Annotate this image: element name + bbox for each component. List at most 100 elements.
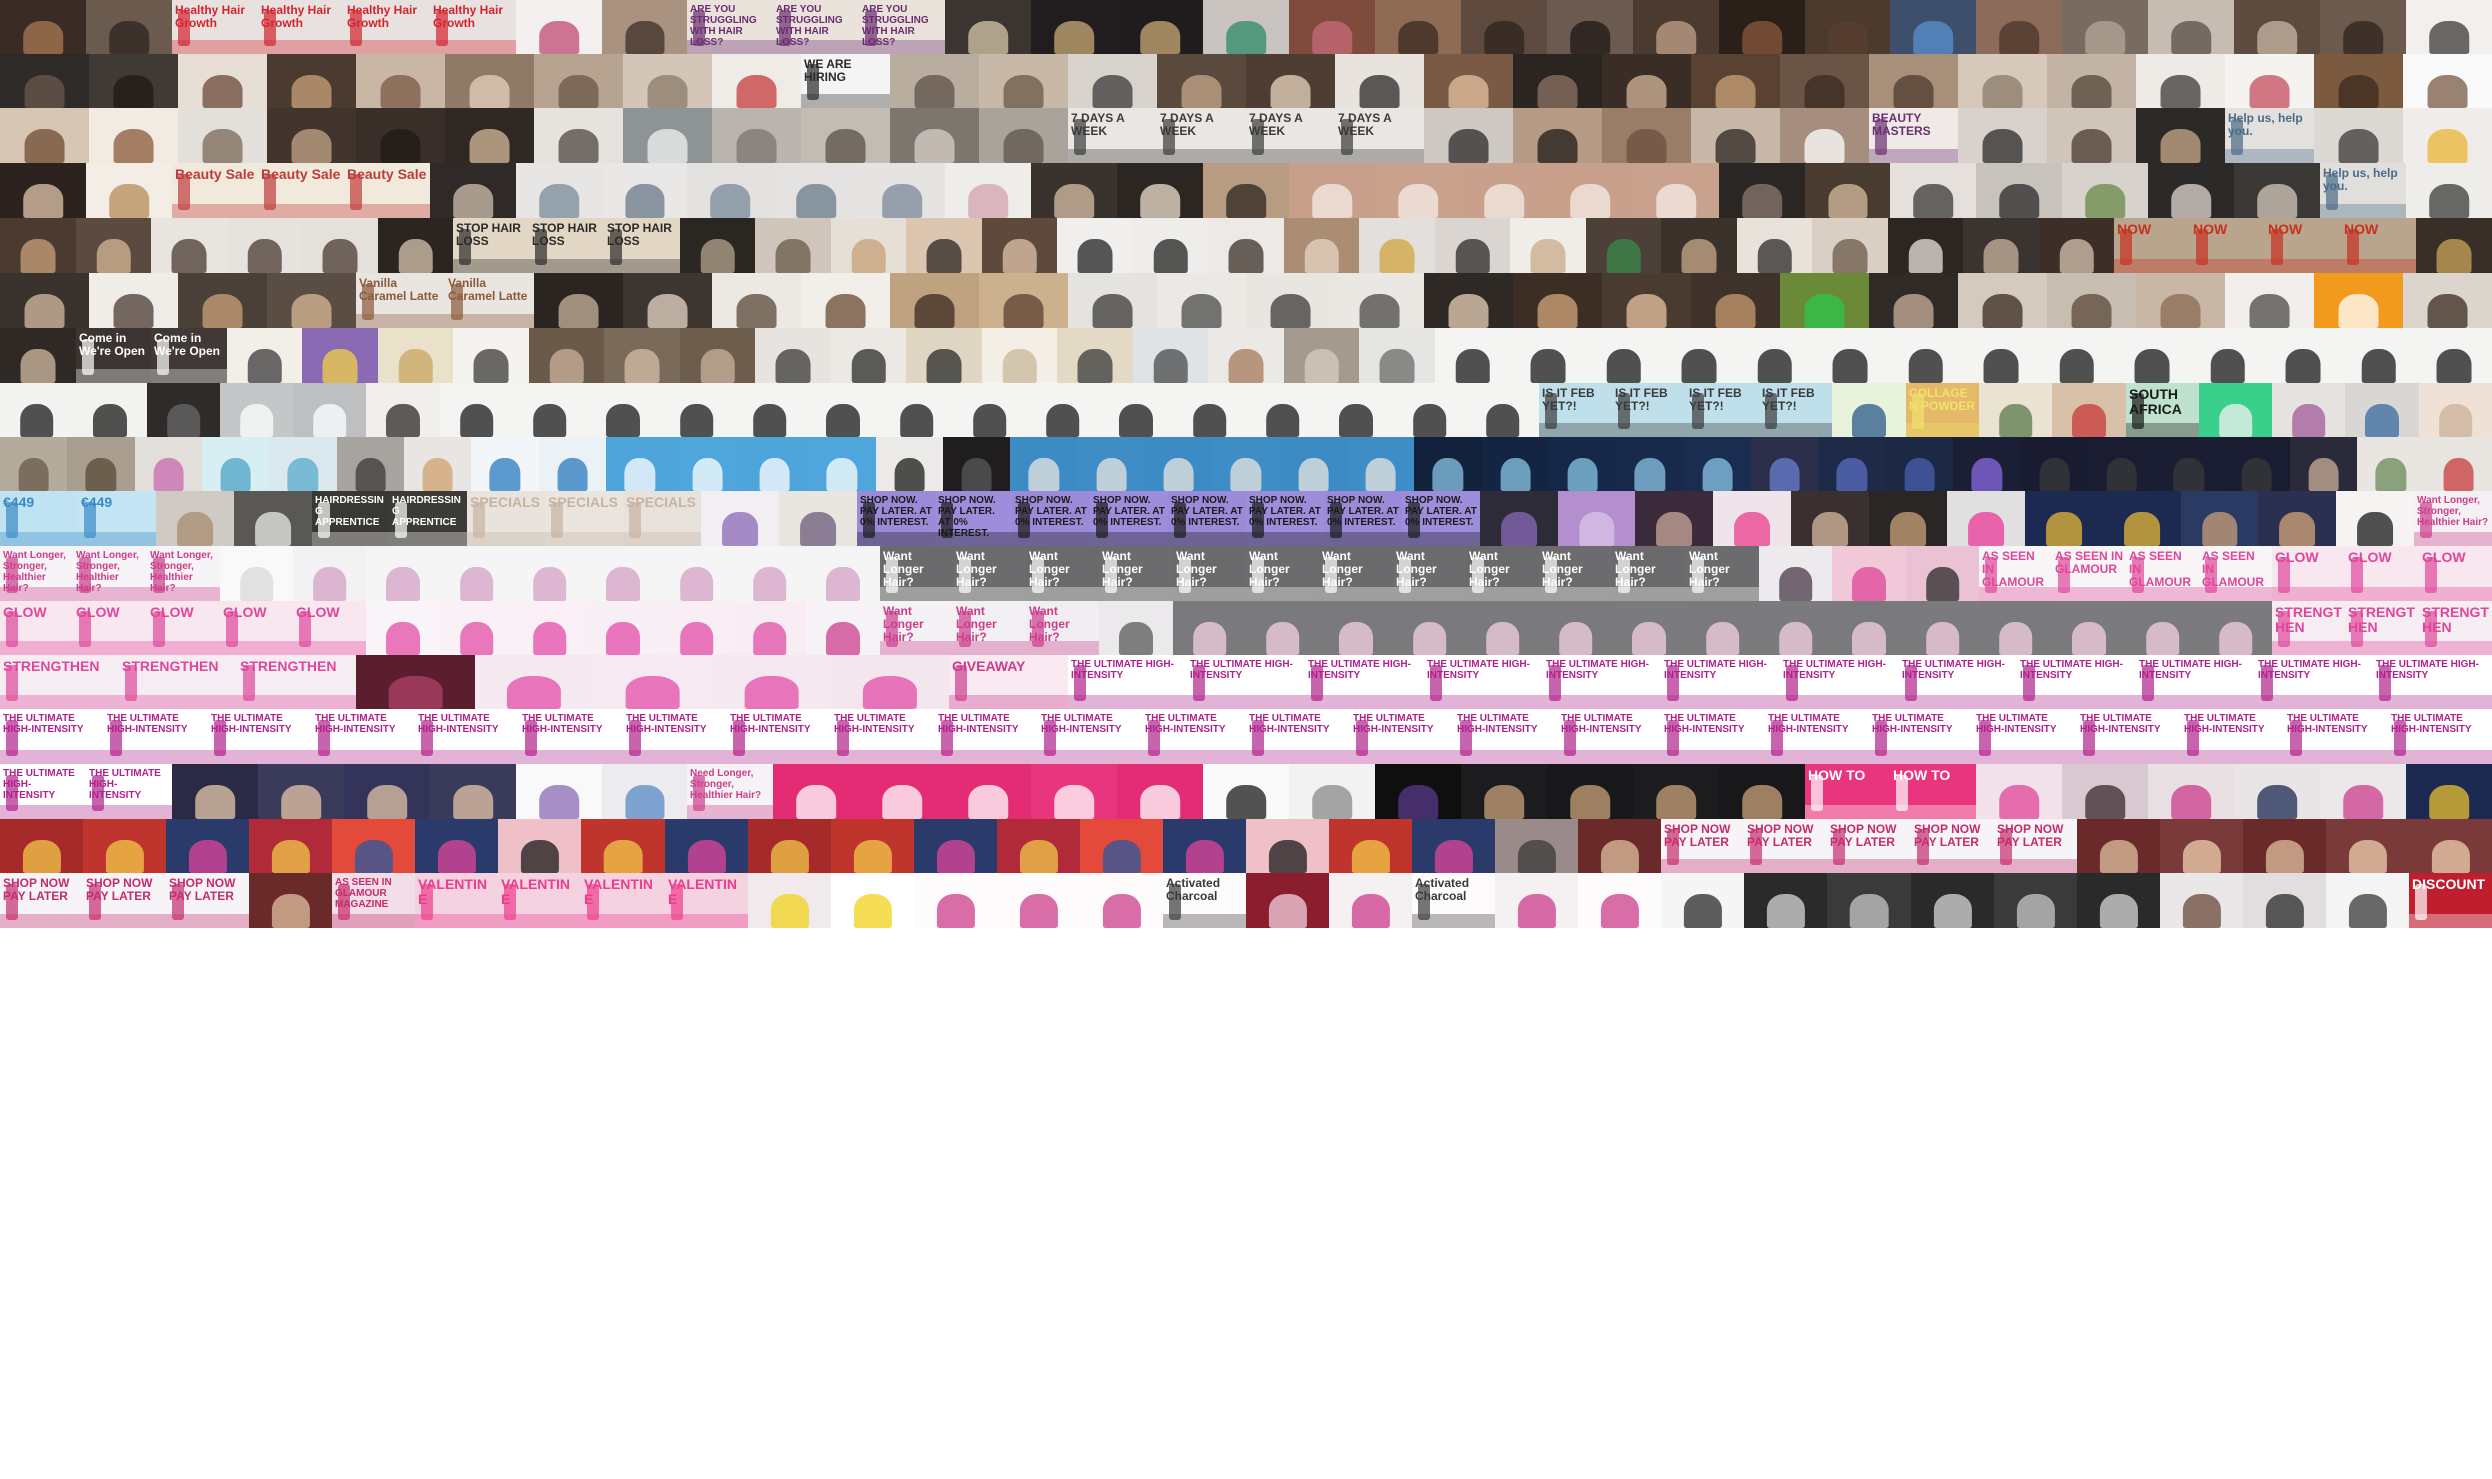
ad-thumbnail[interactable] — [2403, 273, 2492, 328]
ad-thumbnail[interactable]: ARE YOU STRUGGLING WITH HAIR LOSS? — [687, 0, 773, 54]
ad-thumbnail[interactable] — [516, 163, 602, 218]
ad-thumbnail[interactable] — [1157, 273, 1246, 328]
ad-thumbnail[interactable] — [0, 328, 76, 383]
ad-thumbnail[interactable] — [83, 819, 166, 873]
ad-thumbnail[interactable] — [1691, 108, 1780, 163]
ad-thumbnail[interactable]: Come in We're Open — [76, 328, 151, 383]
ad-thumbnail[interactable] — [1163, 819, 1246, 873]
ad-thumbnail[interactable] — [475, 655, 593, 709]
ad-thumbnail[interactable]: THE ULTIMATE HIGH-INTENSITY — [1068, 655, 1187, 709]
ad-thumbnail[interactable] — [1078, 437, 1145, 491]
ad-thumbnail[interactable]: VALENTINE — [415, 873, 498, 928]
ad-thumbnail[interactable] — [2320, 764, 2406, 819]
ad-thumbnail[interactable]: SHOP NOW PAY LATER — [1661, 819, 1744, 873]
ad-thumbnail[interactable] — [1319, 383, 1393, 437]
ad-thumbnail[interactable] — [1661, 873, 1744, 928]
ad-thumbnail[interactable] — [1963, 218, 2039, 273]
ad-thumbnail[interactable] — [712, 108, 801, 163]
ad-thumbnail[interactable] — [1976, 764, 2062, 819]
ad-thumbnail[interactable]: THE ULTIMATE HIGH-INTENSITY — [623, 709, 727, 764]
ad-thumbnail[interactable]: AS SEEN IN GLAMOUR — [2052, 546, 2126, 601]
ad-thumbnail[interactable] — [1906, 546, 1979, 601]
ad-thumbnail[interactable] — [890, 108, 979, 163]
ad-thumbnail[interactable]: SHOP NOW. PAY LATER. AT 0% INTEREST. — [857, 491, 935, 546]
ad-thumbnail[interactable] — [76, 218, 151, 273]
ad-thumbnail[interactable] — [0, 163, 86, 218]
ad-thumbnail[interactable] — [1031, 764, 1117, 819]
ad-thumbnail[interactable] — [806, 601, 880, 655]
ad-thumbnail[interactable]: Healthy Hair Growth — [172, 0, 258, 54]
ad-thumbnail[interactable] — [623, 54, 712, 108]
ad-thumbnail[interactable] — [2314, 54, 2403, 108]
ad-thumbnail[interactable] — [220, 546, 293, 601]
ad-thumbnail[interactable] — [2258, 491, 2336, 546]
ad-thumbnail[interactable] — [1435, 218, 1510, 273]
ad-thumbnail[interactable] — [227, 328, 302, 383]
ad-thumbnail[interactable]: Want Longer, Stronger, Healthier Hair? — [2414, 491, 2492, 546]
ad-thumbnail[interactable] — [604, 328, 680, 383]
ad-thumbnail[interactable]: SHOP NOW. PAY LATER. AT 0% INTEREST. — [1402, 491, 1480, 546]
ad-thumbnail[interactable] — [366, 601, 440, 655]
ad-thumbnail[interactable]: Help us, help you. — [2225, 108, 2314, 163]
ad-thumbnail[interactable] — [2326, 873, 2409, 928]
ad-thumbnail[interactable]: THE ULTIMATE HIGH-INTENSITY — [727, 709, 831, 764]
ad-thumbnail[interactable]: ARE YOU STRUGGLING WITH HAIR LOSS? — [859, 0, 945, 54]
ad-thumbnail[interactable] — [801, 108, 890, 163]
ad-thumbnail[interactable] — [1691, 54, 1780, 108]
ad-thumbnail[interactable] — [1661, 328, 1737, 383]
ad-thumbnail[interactable] — [2406, 0, 2492, 54]
ad-thumbnail[interactable] — [1393, 601, 1466, 655]
ad-thumbnail[interactable] — [2062, 163, 2148, 218]
ad-thumbnail[interactable] — [1289, 163, 1375, 218]
ad-thumbnail[interactable] — [945, 163, 1031, 218]
ad-thumbnail[interactable] — [1031, 0, 1117, 54]
ad-thumbnail[interactable]: 7 DAYS A WEEK — [1246, 108, 1335, 163]
ad-thumbnail[interactable] — [267, 54, 356, 108]
ad-thumbnail[interactable]: THE ULTIMATE HIGH-INTENSITY — [1142, 709, 1246, 764]
ad-thumbnail[interactable]: THE ULTIMATE HIGH-INTENSITY — [1661, 655, 1780, 709]
ad-thumbnail[interactable] — [755, 218, 831, 273]
ad-thumbnail[interactable]: VALENTINE — [581, 873, 665, 928]
ad-thumbnail[interactable] — [378, 328, 453, 383]
ad-thumbnail[interactable]: SHOP NOW. PAY LATER. AT 0% INTEREST. — [1324, 491, 1402, 546]
ad-thumbnail[interactable] — [623, 108, 712, 163]
ad-thumbnail[interactable]: Want Longer Hair? — [1319, 546, 1393, 601]
ad-thumbnail[interactable] — [1375, 163, 1461, 218]
ad-thumbnail[interactable] — [2199, 383, 2272, 437]
ad-thumbnail[interactable] — [2088, 437, 2155, 491]
ad-thumbnail[interactable] — [440, 383, 513, 437]
ad-thumbnail[interactable] — [2077, 873, 2160, 928]
ad-thumbnail[interactable] — [831, 328, 906, 383]
ad-thumbnail[interactable] — [733, 546, 806, 601]
ad-thumbnail[interactable] — [1635, 491, 1713, 546]
ad-thumbnail[interactable] — [151, 218, 227, 273]
ad-thumbnail[interactable]: Healthy Hair Growth — [258, 0, 344, 54]
ad-thumbnail[interactable] — [2243, 819, 2326, 873]
ad-thumbnail[interactable] — [534, 273, 623, 328]
ad-thumbnail[interactable]: THE ULTIMATE HIGH-INTENSITY — [1899, 655, 2017, 709]
ad-thumbnail[interactable]: THE ULTIMATE HIGH-INTENSITY — [1543, 655, 1661, 709]
ad-thumbnail[interactable] — [1284, 218, 1359, 273]
ad-thumbnail[interactable] — [1068, 273, 1157, 328]
ad-thumbnail[interactable] — [1780, 54, 1869, 108]
ad-thumbnail[interactable] — [1375, 764, 1461, 819]
ad-thumbnail[interactable] — [1869, 491, 1947, 546]
ad-thumbnail[interactable] — [2103, 491, 2181, 546]
ad-thumbnail[interactable]: HOW TO — [1890, 764, 1976, 819]
ad-thumbnail[interactable] — [529, 328, 604, 383]
ad-thumbnail[interactable] — [2416, 218, 2492, 273]
ad-thumbnail[interactable]: THE ULTIMATE HIGH-INTENSITY — [1424, 655, 1543, 709]
ad-thumbnail[interactable]: €449 — [0, 491, 78, 546]
ad-thumbnail[interactable] — [859, 764, 945, 819]
ad-thumbnail[interactable] — [1513, 273, 1602, 328]
ad-thumbnail[interactable]: THE ULTIMATE HIGH-INTENSITY — [104, 709, 208, 764]
ad-thumbnail[interactable] — [1661, 218, 1737, 273]
ad-thumbnail[interactable] — [337, 437, 404, 491]
ad-thumbnail[interactable]: THE ULTIMATE HIGH-INTENSITY — [2388, 709, 2492, 764]
ad-thumbnail[interactable] — [680, 218, 755, 273]
ad-thumbnail[interactable] — [220, 383, 293, 437]
ad-thumbnail[interactable] — [1832, 546, 1906, 601]
ad-thumbnail[interactable] — [1513, 108, 1602, 163]
ad-thumbnail[interactable]: Want Longer, Stronger, Healthier Hair? — [73, 546, 147, 601]
ad-thumbnail[interactable]: Activated Charcoal — [1163, 873, 1246, 928]
